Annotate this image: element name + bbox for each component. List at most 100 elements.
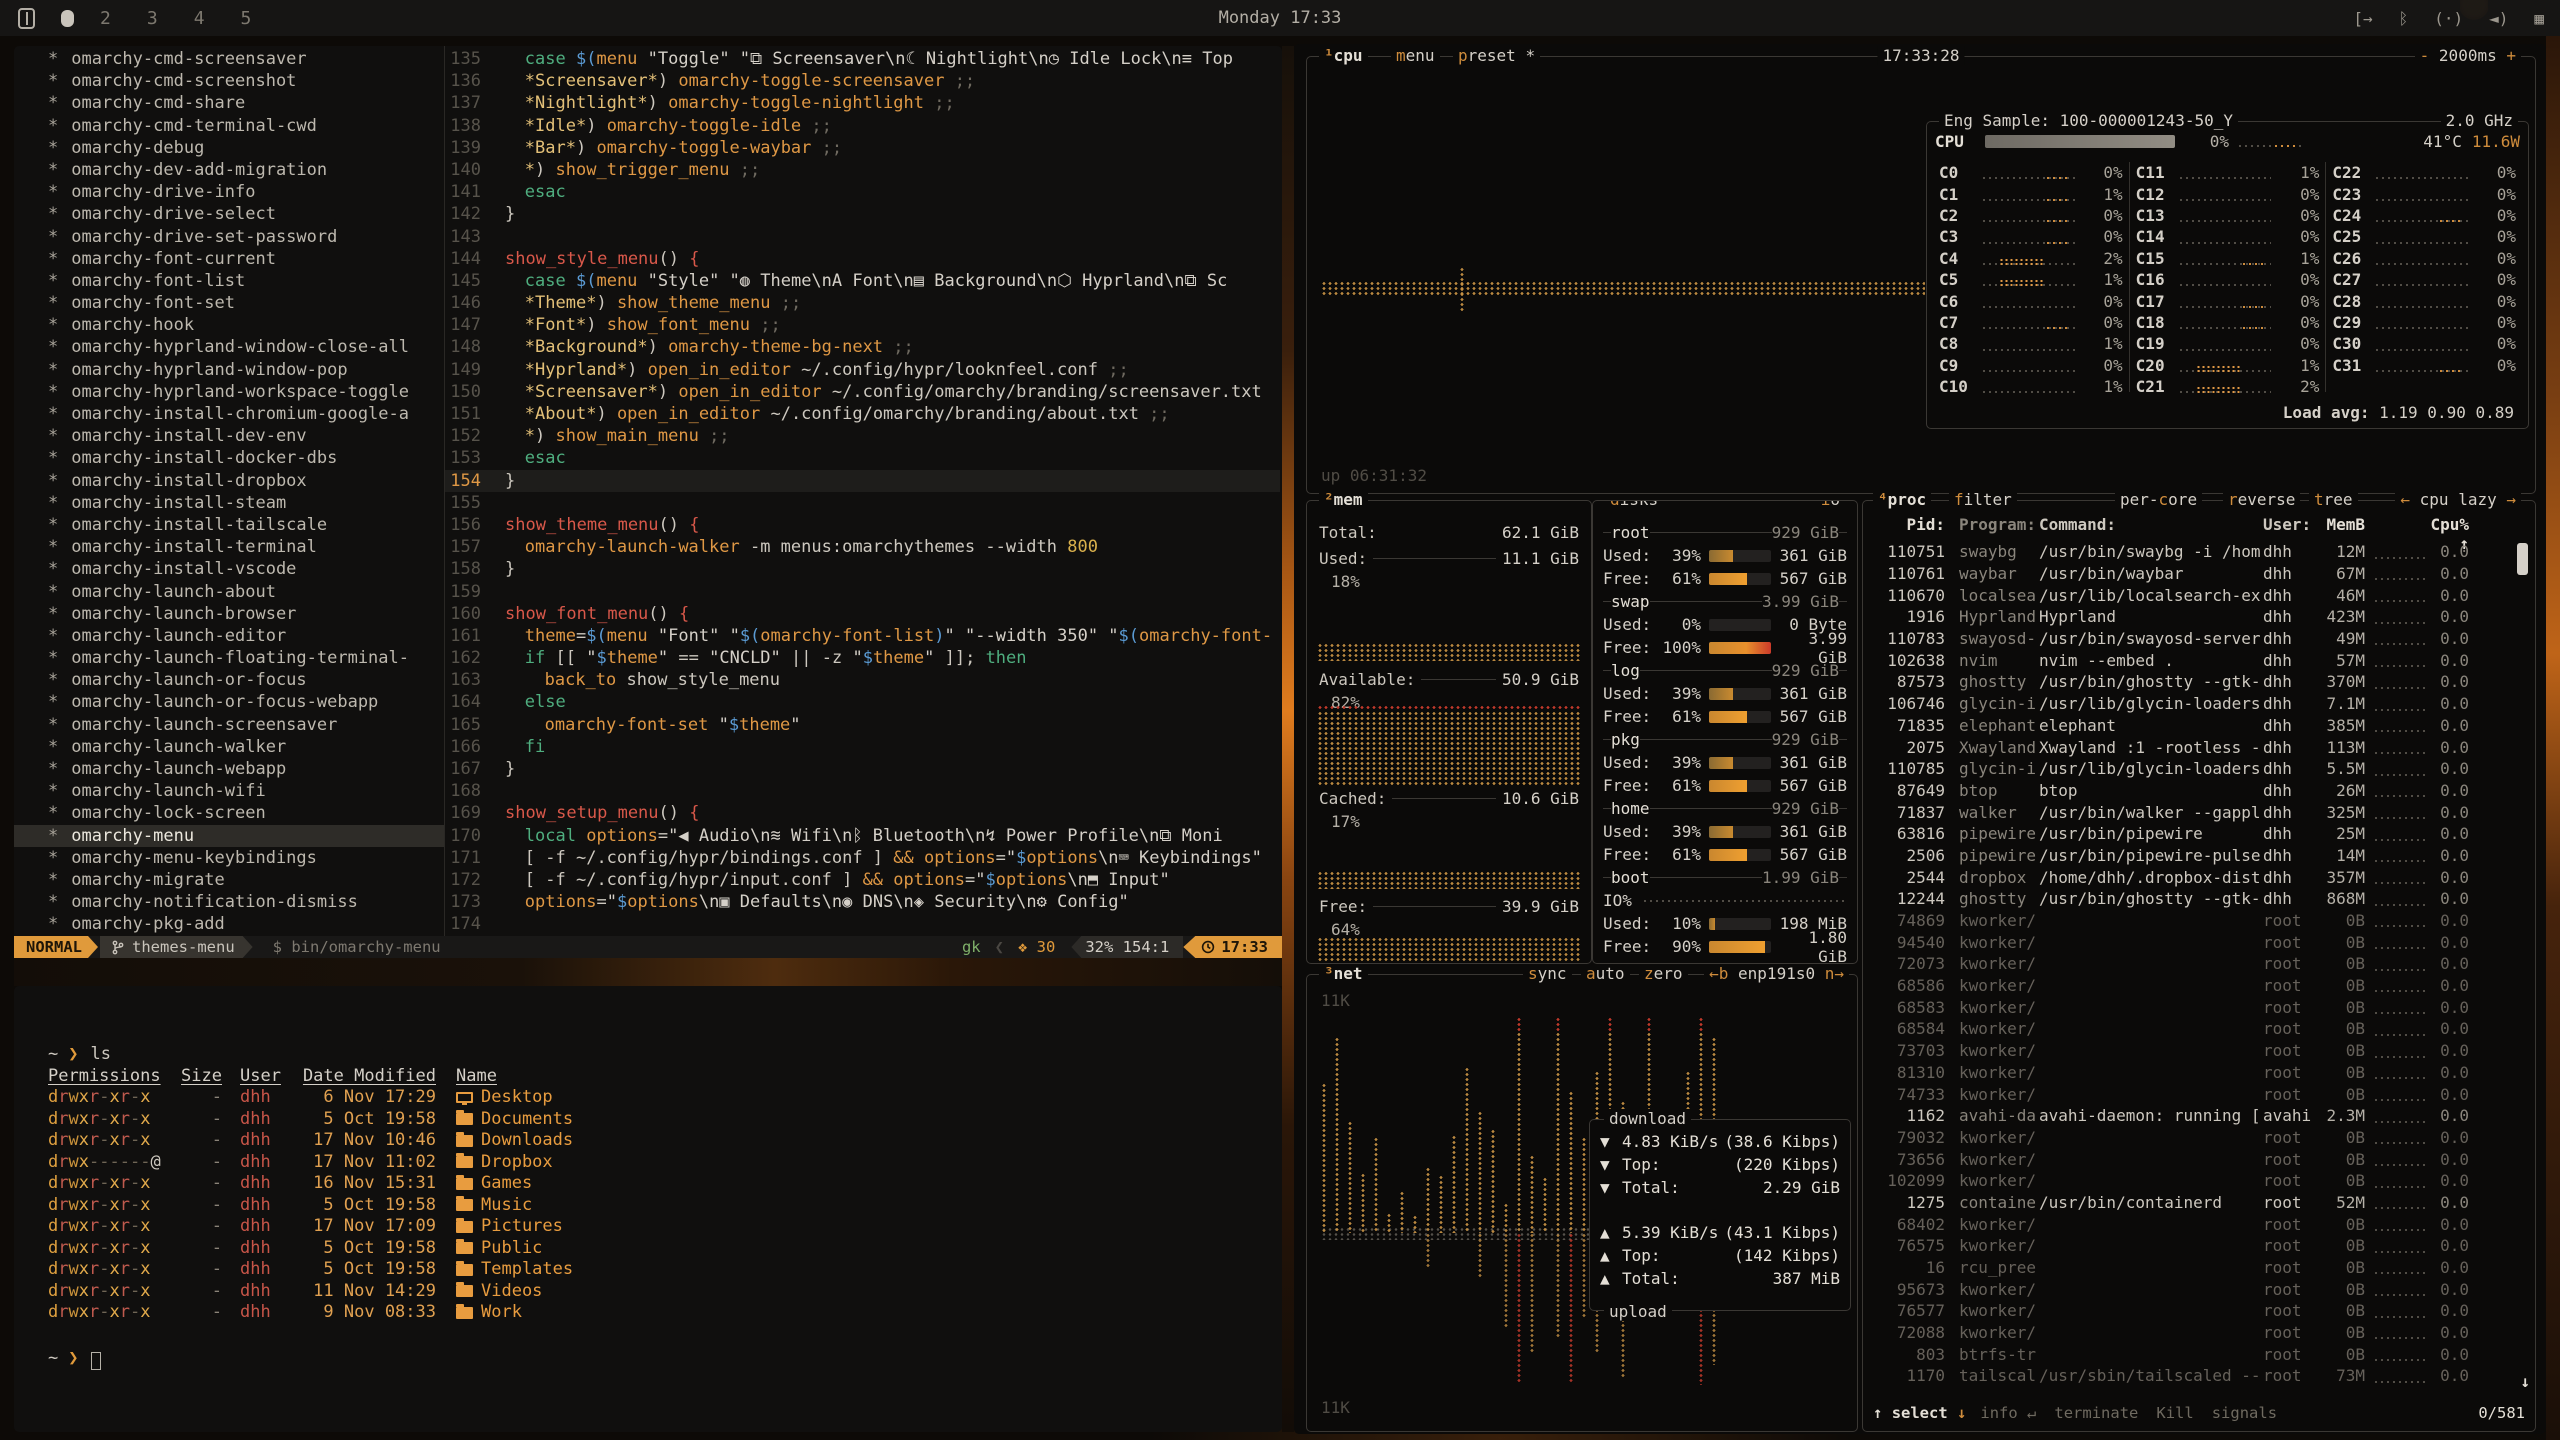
workspace-2[interactable]: 2 [100, 8, 111, 29]
process-row[interactable]: 76575kworker/root0B0.0 [1871, 1235, 2509, 1257]
interface-switcher[interactable]: ←b enp191s0 n→ [1704, 964, 1849, 983]
process-row[interactable]: 1275containe/usr/bin/containerdroot52M0.… [1871, 1192, 2509, 1214]
disks-box-title[interactable]: disks [1605, 500, 1663, 509]
process-row[interactable]: 110670localsea/usr/lib/localsearch-exdhh… [1871, 584, 2509, 606]
logout-icon[interactable]: [→ [2353, 9, 2372, 28]
code-line[interactable]: 167} [445, 758, 1280, 780]
process-row[interactable]: 106746glycin-i/usr/lib/glycin-loadersdhh… [1871, 693, 2509, 715]
code-line[interactable]: 149*Hyprland*) open_in_editor ~/.config/… [445, 359, 1280, 381]
code-line[interactable]: 168 [445, 780, 1280, 802]
process-row[interactable]: 1162avahi-daavahi-daemon: running [avahi… [1871, 1105, 2509, 1127]
auto-tab[interactable]: auto [1581, 964, 1630, 983]
file-item[interactable]: *omarchy-font-list [14, 270, 444, 292]
workspace-1-active[interactable] [61, 10, 74, 27]
code-line[interactable]: 158} [445, 558, 1280, 580]
file-item[interactable]: *omarchy-launch-browser [14, 603, 444, 625]
proc-scrollbar[interactable] [2517, 543, 2528, 575]
code-line[interactable]: 154} [445, 470, 1280, 492]
file-item[interactable]: *omarchy-cmd-screenshot [14, 70, 444, 92]
code-line[interactable]: 160show_font_menu() { [445, 603, 1280, 625]
code-line[interactable]: 141esac [445, 181, 1280, 203]
process-row[interactable]: 12244ghostty/usr/bin/ghostty --gtk-dhh86… [1871, 888, 2509, 910]
file-item[interactable]: *omarchy-install-docker-dbs [14, 447, 444, 469]
process-row[interactable]: 74869kworker/root0B0.0 [1871, 910, 2509, 932]
file-item[interactable]: *omarchy-launch-wifi [14, 780, 444, 802]
code-line[interactable]: 157omarchy-launch-walker -m menus:omarch… [445, 536, 1280, 558]
code-line[interactable]: 147*Font*) show_font_menu ;; [445, 314, 1280, 336]
code-line[interactable]: 173options="$options\n▣ Defaults\n◉ DNS\… [445, 891, 1280, 913]
process-row[interactable]: 2506pipewire/usr/bin/pipewire-pulsedhh14… [1871, 845, 2509, 867]
process-row[interactable]: 68402kworker/root0B0.0 [1871, 1213, 2509, 1235]
file-item[interactable]: *omarchy-hyprland-window-close-all [14, 336, 444, 358]
footer-action-terminate[interactable]: terminate [2054, 1404, 2138, 1422]
code-line[interactable]: 135case $(menu "Toggle" "⧉ Screensaver\n… [445, 48, 1280, 70]
preset-tab[interactable]: preset * [1453, 46, 1540, 65]
code-line[interactable]: 166fi [445, 736, 1280, 758]
process-row[interactable]: 68583kworker/root0B0.0 [1871, 996, 2509, 1018]
file-item[interactable]: *omarchy-install-chromium-google-a [14, 403, 444, 425]
code-line[interactable]: 137*Nightlight*) omarchy-toggle-nightlig… [445, 92, 1280, 114]
footer-action-kill[interactable]: Kill [2156, 1404, 2193, 1422]
tree-tab[interactable]: tree [2309, 490, 2358, 509]
file-item[interactable]: *omarchy-launch-editor [14, 625, 444, 647]
code-line[interactable]: 156show_theme_menu() { [445, 514, 1280, 536]
process-row[interactable]: 1170tailscal/usr/sbin/tailscaled --root7… [1871, 1365, 2509, 1387]
reverse-tab[interactable]: reverse [2223, 490, 2300, 509]
code-line[interactable]: 148*Background*) omarchy-theme-bg-next ;… [445, 336, 1280, 358]
file-item[interactable]: *omarchy-launch-or-focus-webapp [14, 691, 444, 713]
process-row[interactable]: 94540kworker/root0B0.0 [1871, 931, 2509, 953]
process-row[interactable]: 71835elephantelephantdhh385M0.0 [1871, 715, 2509, 737]
process-row[interactable]: 102099kworker/root0B0.0 [1871, 1170, 2509, 1192]
sync-tab[interactable]: sync [1523, 964, 1572, 983]
file-item[interactable]: *omarchy-launch-floating-terminal- [14, 647, 444, 669]
file-item[interactable]: *omarchy-migrate [14, 869, 444, 891]
file-item[interactable]: *omarchy-drive-select [14, 203, 444, 225]
code-line[interactable]: 151*About*) open_in_editor ~/.config/oma… [445, 403, 1280, 425]
process-row[interactable]: 76577kworker/root0B0.0 [1871, 1300, 2509, 1322]
code-line[interactable]: 152*) show_main_menu ;; [445, 425, 1280, 447]
process-row[interactable]: 87573ghostty/usr/bin/ghostty --gtk-dhh37… [1871, 671, 2509, 693]
process-row[interactable]: 2544dropbox/home/dhh/.dropbox-distdhh357… [1871, 866, 2509, 888]
file-item[interactable]: *omarchy-launch-webapp [14, 758, 444, 780]
process-row[interactable]: 110751swaybg/usr/bin/swaybg -i /homdhh12… [1871, 541, 2509, 563]
scroll-down-icon[interactable]: ↓ [2520, 1372, 2530, 1391]
process-row[interactable]: 73656kworker/root0B0.0 [1871, 1148, 2509, 1170]
code-line[interactable]: 174 [445, 913, 1280, 935]
file-item[interactable]: *omarchy-launch-about [14, 581, 444, 603]
code-line[interactable]: 155 [445, 492, 1280, 514]
process-row[interactable]: 803btrfs-trroot0B0.0 [1871, 1343, 2509, 1365]
file-item[interactable]: *omarchy-dev-add-migration [14, 159, 444, 181]
code-line[interactable]: 150*Screensaver*) open_in_editor ~/.conf… [445, 381, 1280, 403]
sort-column-switcher[interactable]: ← cpu lazy → [2395, 490, 2521, 509]
process-row[interactable]: 1916HyprlandHyprlanddhh423M0.0 [1871, 606, 2509, 628]
workspace-5[interactable]: 5 [241, 8, 252, 29]
file-item[interactable]: *omarchy-hook [14, 314, 444, 336]
process-row[interactable]: 68586kworker/root0B0.0 [1871, 975, 2509, 997]
file-item[interactable]: *omarchy-font-set [14, 292, 444, 314]
code-line[interactable]: 161theme=$(menu "Font" "$(omarchy-font-l… [445, 625, 1280, 647]
code-line[interactable]: 165omarchy-font-set "$theme" [445, 714, 1280, 736]
process-row[interactable]: 110761waybar/usr/bin/waybardhh67M0.0 [1871, 563, 2509, 585]
omarchy-logo-icon[interactable] [18, 8, 35, 29]
code-line[interactable]: 164else [445, 691, 1280, 713]
code-line[interactable]: 140*) show_trigger_menu ;; [445, 159, 1280, 181]
file-item[interactable]: *omarchy-launch-walker [14, 736, 444, 758]
update-interval[interactable]: - 2000ms + [2415, 46, 2521, 65]
file-item[interactable]: *omarchy-install-terminal [14, 536, 444, 558]
code-line[interactable]: 146*Theme*) show_theme_menu ;; [445, 292, 1280, 314]
file-item[interactable]: *omarchy-pkg-add [14, 913, 444, 935]
process-row[interactable]: 81310kworker/root0B0.0 [1871, 1062, 2509, 1084]
code-line[interactable]: 145case $(menu "Style" "◍ Theme\nA Font\… [445, 270, 1280, 292]
code-line[interactable]: 139*Bar*) omarchy-toggle-waybar ;; [445, 137, 1280, 159]
process-row[interactable]: 71837walker/usr/bin/walker --gappldhh325… [1871, 801, 2509, 823]
code-line[interactable]: 159 [445, 581, 1280, 603]
file-item[interactable]: *omarchy-launch-screensaver [14, 714, 444, 736]
volume-icon[interactable]: ◄) [2489, 9, 2508, 28]
process-row[interactable]: 74733kworker/root0B0.0 [1871, 1083, 2509, 1105]
code-line[interactable]: 142} [445, 203, 1280, 225]
process-row[interactable]: 72073kworker/root0B0.0 [1871, 953, 2509, 975]
code-line[interactable]: 153esac [445, 447, 1280, 469]
file-item[interactable]: *omarchy-install-dev-env [14, 425, 444, 447]
file-item[interactable]: *omarchy-font-current [14, 248, 444, 270]
filter-tab[interactable]: filter [1949, 490, 2017, 509]
